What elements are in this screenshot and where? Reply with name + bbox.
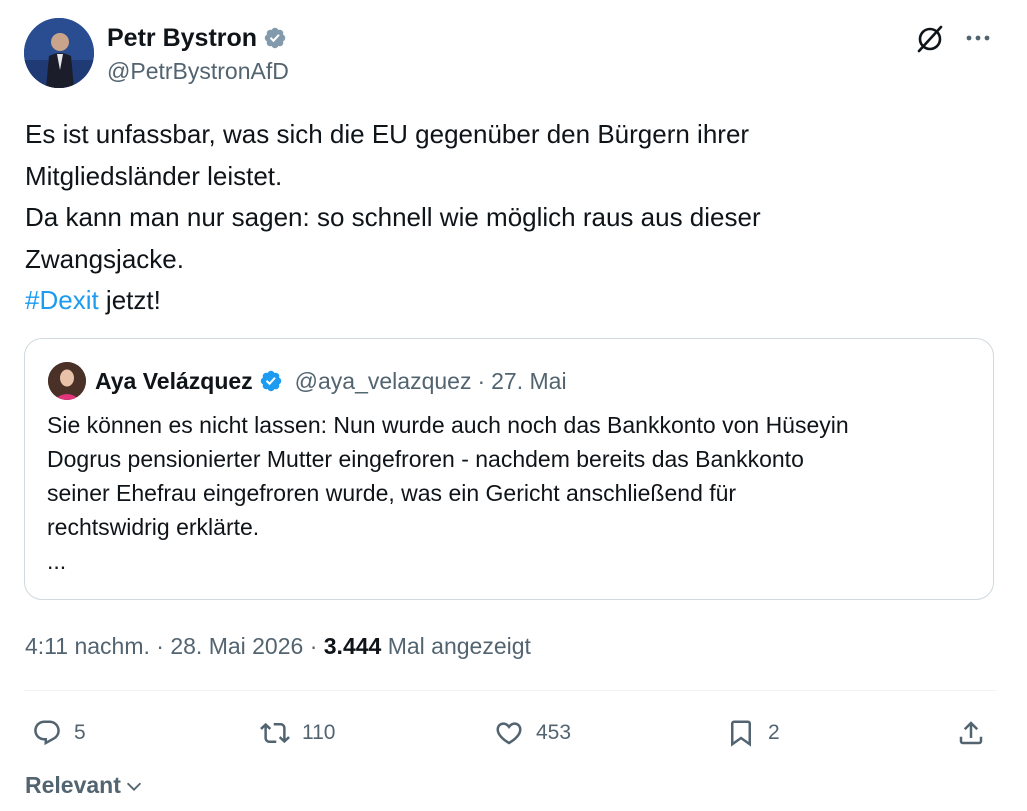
repost-icon xyxy=(260,722,290,744)
verified-badge-icon[interactable] xyxy=(263,26,287,50)
separator-dot: · xyxy=(303,632,324,659)
author-name-row: Petr Bystron xyxy=(107,22,287,54)
profile-photo xyxy=(48,362,86,400)
quoted-author-name[interactable]: Aya Velázquez xyxy=(95,368,253,395)
reply-sort-dropdown[interactable]: Relevant xyxy=(25,772,145,799)
repost-count: 110 xyxy=(302,721,336,744)
tweet-time[interactable]: 4:11 nachm. xyxy=(25,633,150,660)
bookmark-button[interactable]: 2 xyxy=(726,712,780,754)
repost-button[interactable]: 110 xyxy=(260,712,335,754)
tweet-line: Mitgliedsländer leistet. xyxy=(25,160,283,191)
bookmark-icon xyxy=(731,720,751,747)
quoted-text-line: Sie können es nicht lassen: Nun wurde au… xyxy=(47,412,849,438)
tweet-line: Zwangsjacke. xyxy=(25,243,184,274)
more-options-icon[interactable] xyxy=(963,26,993,50)
quoted-tweet-text: Sie können es nicht lassen: Nun wurde au… xyxy=(47,408,977,578)
divider xyxy=(24,690,996,691)
quoted-text-ellipsis: ... xyxy=(47,548,67,574)
separator-dot: · xyxy=(477,367,486,394)
tweet-text: Es ist unfassbar, was sich die EU gegenü… xyxy=(25,114,985,322)
tweet-line: Es ist unfassbar, was sich die EU gegenü… xyxy=(25,119,750,149)
quoted-text-line: seiner Ehefrau eingefroren wurde, was ei… xyxy=(47,480,737,506)
tweet-line-rest: jetzt! xyxy=(98,285,161,315)
author-name[interactable]: Petr Bystron xyxy=(107,24,257,53)
bookmark-count: 2 xyxy=(768,721,780,744)
view-count: 3.444 xyxy=(323,632,382,659)
quoted-author-avatar[interactable] xyxy=(48,362,86,400)
like-button[interactable]: 453 xyxy=(494,712,571,754)
quoted-author-handle[interactable]: @aya_velazquez xyxy=(295,368,472,395)
profile-photo xyxy=(24,18,94,88)
chevron-down-icon xyxy=(126,782,141,791)
share-icon xyxy=(959,721,983,745)
verified-badge-icon[interactable] xyxy=(259,369,283,393)
tweet-line: #Dexit jetzt! xyxy=(25,280,985,322)
author-handle[interactable]: @PetrBystronAfD xyxy=(107,58,289,85)
heart-icon xyxy=(496,722,522,745)
share-button[interactable] xyxy=(956,712,986,754)
tweet-line: Da kann man nur sagen: so schnell wie mö… xyxy=(25,202,761,232)
grok-icon[interactable] xyxy=(914,22,946,54)
view-count-label: Mal angezeigt xyxy=(381,632,531,659)
quoted-text-line: rechtswidrig erklärte. xyxy=(47,514,260,540)
quoted-tweet-header: Aya Velázquez @aya_velazquez · 27. Mai xyxy=(95,366,567,396)
reply-count: 5 xyxy=(74,721,86,744)
tweet-meta: 4:11 nachm. · 28. Mai 2026 · 3.444 Mal a… xyxy=(25,630,531,662)
quoted-text-line: Dogrus pensionierter Mutter eingefroren … xyxy=(47,446,804,472)
separator-dot: · xyxy=(149,632,171,659)
hashtag-link[interactable]: #Dexit xyxy=(25,285,99,315)
reply-button[interactable]: 5 xyxy=(32,712,86,754)
reply-sort-label: Relevant xyxy=(25,772,121,798)
author-avatar[interactable] xyxy=(24,18,94,88)
quoted-tweet-date[interactable]: 27. Mai xyxy=(491,368,566,395)
tweet-date[interactable]: 28. Mai 2026 xyxy=(170,633,303,660)
like-count: 453 xyxy=(536,721,572,744)
reply-icon xyxy=(34,720,60,746)
